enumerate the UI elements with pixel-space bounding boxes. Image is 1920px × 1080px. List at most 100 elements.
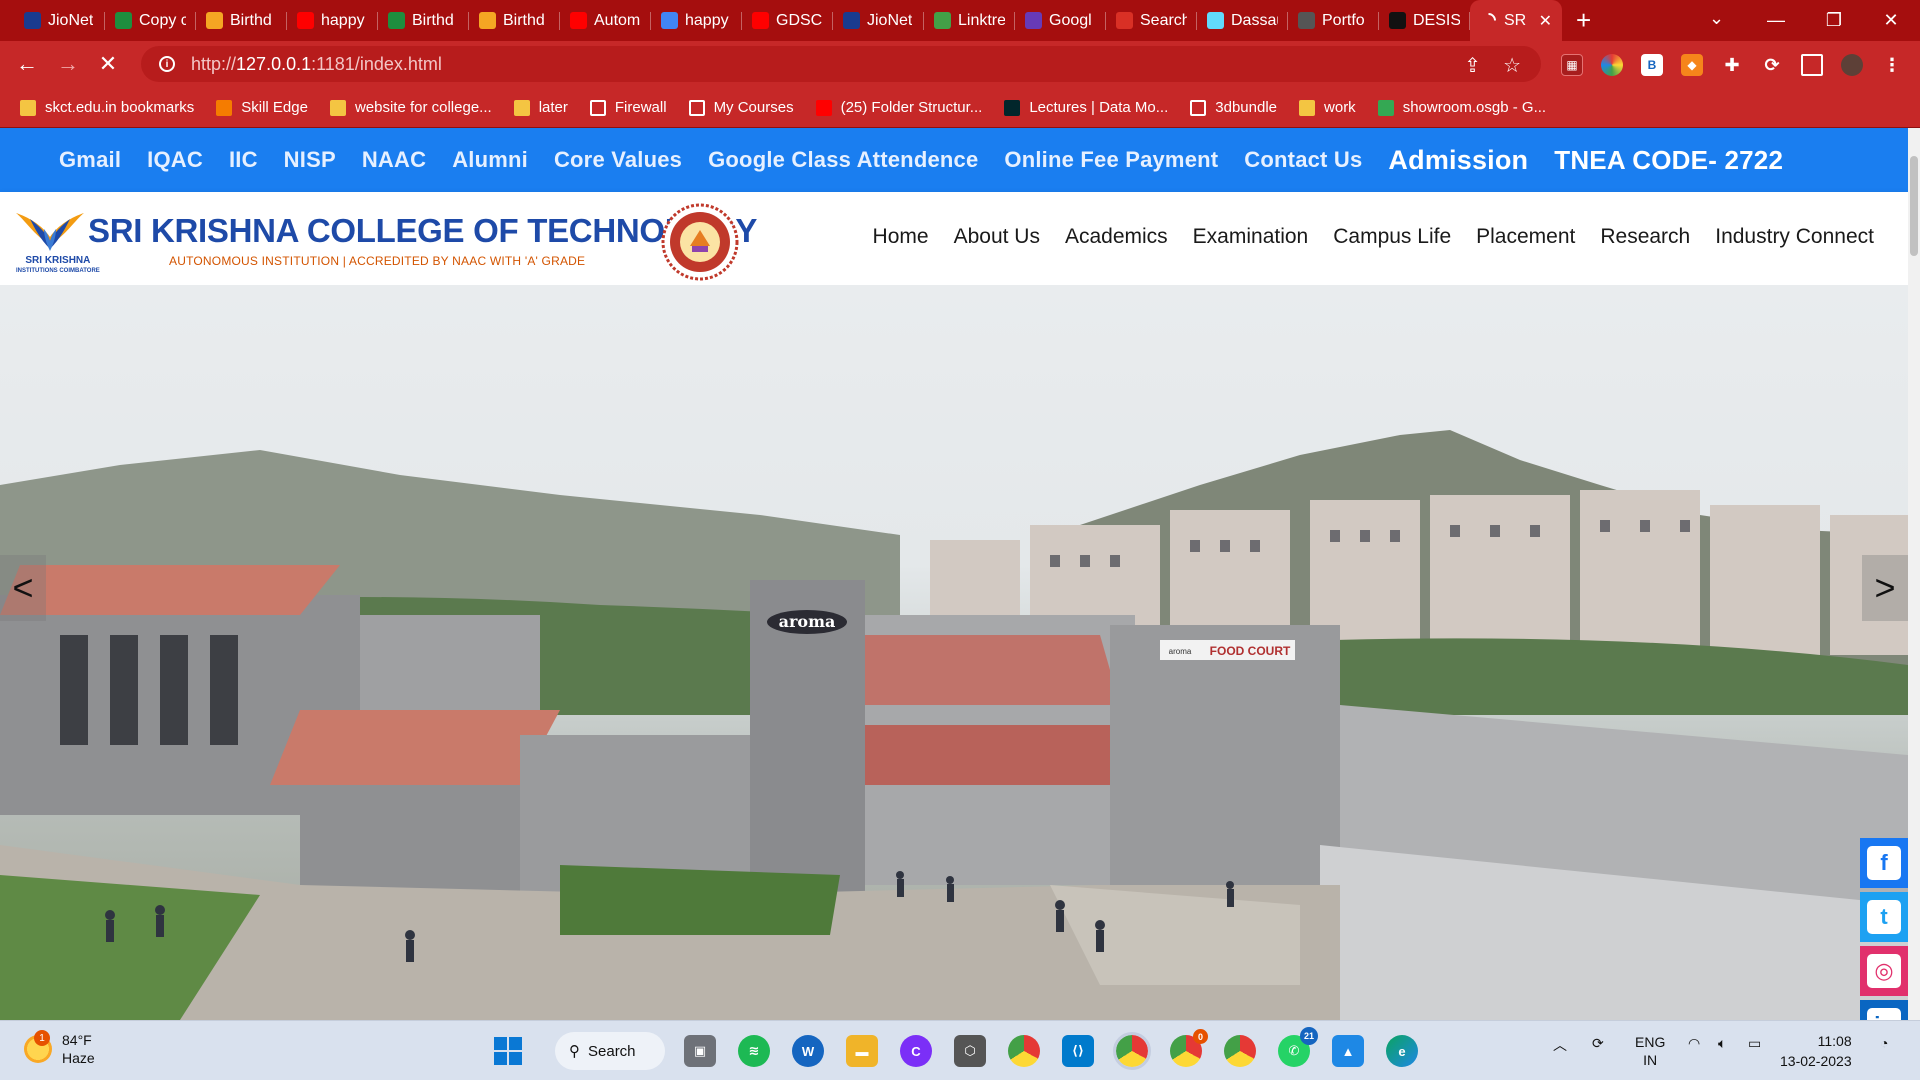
whatsapp-icon[interactable]: ✆ 21: [1278, 1027, 1318, 1067]
wifi-icon[interactable]: ◠: [1688, 1035, 1700, 1052]
bookmark-item[interactable]: 3dbundle: [1190, 99, 1277, 116]
bookmark-item[interactable]: My Courses: [688, 99, 794, 116]
metamask-icon[interactable]: ◆: [1681, 54, 1703, 76]
utility-link-contact-us[interactable]: Contact Us: [1244, 147, 1362, 173]
battery-icon[interactable]: ▭: [1748, 1035, 1761, 1052]
bookmark-item[interactable]: Skill Edge: [216, 99, 308, 116]
bookmark-item[interactable]: Lectures | Data Mo...: [1004, 99, 1168, 116]
slider-next-button[interactable]: >: [1862, 555, 1908, 621]
system-clock[interactable]: 11:08 13-02-2023: [1780, 1031, 1852, 1071]
address-bar[interactable]: i http:// 127.0.0.1 :1181/index.html ⇪ ☆: [141, 46, 1541, 82]
browser-tab[interactable]: GDSC: [742, 0, 833, 41]
utility-link-gmail[interactable]: Gmail: [59, 147, 121, 173]
bookmark-item[interactable]: (25) Folder Structur...: [815, 99, 982, 116]
forward-icon[interactable]: →: [53, 49, 83, 79]
file-explorer-icon[interactable]: ▬: [846, 1035, 878, 1067]
nav-placement[interactable]: Placement: [1476, 225, 1575, 249]
share-icon[interactable]: ⇪: [1464, 53, 1481, 78]
nav-home[interactable]: Home: [873, 225, 929, 249]
menu-icon[interactable]: ⋮: [1881, 54, 1903, 76]
page-scrollbar[interactable]: [1908, 128, 1920, 1020]
site-info-icon[interactable]: i: [159, 56, 175, 72]
browser-tab[interactable]: Birthd: [378, 0, 469, 41]
scrollbar-thumb[interactable]: [1910, 156, 1918, 256]
slider-prev-button[interactable]: <: [0, 555, 46, 621]
sync-icon[interactable]: ⟳: [1761, 54, 1783, 76]
browser-tab[interactable]: Copy c: [105, 0, 196, 41]
utility-link-iqac[interactable]: IQAC: [147, 147, 203, 173]
facebook-button[interactable]: f: [1860, 838, 1908, 888]
app-w-icon[interactable]: W: [792, 1035, 824, 1067]
utility-link-online-fee-payment[interactable]: Online Fee Payment: [1004, 147, 1218, 173]
bitwarden-icon[interactable]: B: [1641, 54, 1663, 76]
browser-tab[interactable]: JioNet: [833, 0, 924, 41]
extension-icon[interactable]: ▦: [1561, 54, 1583, 76]
utility-link-naac[interactable]: NAAC: [362, 147, 426, 173]
browser-tab[interactable]: DESIS: [1379, 0, 1470, 41]
edge-icon[interactable]: e: [1386, 1035, 1418, 1067]
weather-widget[interactable]: 1 84°F Haze: [24, 1030, 95, 1067]
chrome-profile-2-icon[interactable]: 0: [1170, 1029, 1208, 1067]
tab-search-icon[interactable]: ⌄: [1709, 8, 1724, 29]
bookmark-item[interactable]: work: [1299, 99, 1356, 116]
browser-tab[interactable]: Dassau: [1197, 0, 1288, 41]
volume-icon[interactable]: 🔈︎: [1718, 1035, 1726, 1052]
profile-avatar[interactable]: [1841, 54, 1863, 76]
browser-tab[interactable]: Search: [1106, 0, 1197, 41]
browser-tab[interactable]: Birthd: [196, 0, 287, 41]
bookmark-item[interactable]: Firewall: [589, 99, 667, 116]
tray-overflow-icon[interactable]: ︿: [1553, 1035, 1567, 1055]
nav-examination[interactable]: Examination: [1193, 225, 1309, 249]
browser-tab[interactable]: JioNet: [14, 0, 105, 41]
spotify-icon[interactable]: ≋: [738, 1035, 770, 1067]
bookmark-star-icon[interactable]: ☆: [1503, 53, 1521, 78]
browser-tab[interactable]: Birthd: [469, 0, 560, 41]
utility-link-core-values[interactable]: Core Values: [554, 147, 682, 173]
bookmark-item[interactable]: showroom.osgb - G...: [1377, 99, 1546, 116]
stop-loading-icon[interactable]: ✕: [93, 49, 123, 79]
sync-tray-icon[interactable]: ⟳: [1592, 1035, 1604, 1052]
utility-link-google-class-attendence[interactable]: Google Class Attendence: [708, 147, 978, 173]
taskbar-search[interactable]: ⚲ Search: [555, 1032, 665, 1070]
chrome-profile-3-icon[interactable]: [1224, 1035, 1256, 1067]
browser-tab[interactable]: Googl: [1015, 0, 1106, 41]
canva-icon[interactable]: C: [900, 1035, 932, 1067]
restore-icon[interactable]: ❐: [1805, 0, 1863, 41]
unity-icon[interactable]: ⬡: [954, 1035, 986, 1067]
color-picker-icon[interactable]: [1601, 54, 1623, 76]
tab-active[interactable]: SR ✕: [1470, 0, 1562, 41]
admission-link[interactable]: Admission: [1388, 145, 1528, 176]
language-indicator[interactable]: ENG IN: [1635, 1033, 1665, 1069]
side-panel-icon[interactable]: [1801, 54, 1823, 76]
close-tab-icon[interactable]: ✕: [1539, 11, 1552, 31]
vscode-icon[interactable]: ⟨⟩: [1062, 1035, 1094, 1067]
bookmark-item[interactable]: website for college...: [329, 99, 492, 116]
nav-industry-connect[interactable]: Industry Connect: [1715, 225, 1874, 249]
browser-tab[interactable]: happy: [651, 0, 742, 41]
nav-academics[interactable]: Academics: [1065, 225, 1168, 249]
chrome-icon[interactable]: [1008, 1035, 1040, 1067]
bookmark-item[interactable]: later: [513, 99, 568, 116]
new-tab-button[interactable]: +: [1576, 5, 1606, 36]
chrome-profile-icon[interactable]: [1113, 1032, 1151, 1070]
windows-start-icon[interactable]: [492, 1035, 524, 1067]
instagram-button[interactable]: ◎: [1860, 946, 1908, 996]
browser-tab[interactable]: Portfo: [1288, 0, 1379, 41]
browser-tab[interactable]: Autom: [560, 0, 651, 41]
task-view-icon[interactable]: ▣: [684, 1035, 716, 1067]
bookmark-item[interactable]: skct.edu.in bookmarks: [20, 99, 194, 116]
minimize-icon[interactable]: —: [1747, 0, 1805, 41]
utility-link-nisp[interactable]: NISP: [284, 147, 336, 173]
linkedin-button[interactable]: in: [1860, 1000, 1908, 1020]
extensions-puzzle-icon[interactable]: ✚: [1721, 54, 1743, 76]
nav-campus-life[interactable]: Campus Life: [1333, 225, 1451, 249]
twitter-button[interactable]: t: [1860, 892, 1908, 942]
utility-link-iic[interactable]: IIC: [229, 147, 258, 173]
photos-icon[interactable]: ▲: [1332, 1035, 1364, 1067]
browser-tab[interactable]: Linktre: [924, 0, 1015, 41]
browser-tab[interactable]: happy: [287, 0, 378, 41]
nav-about-us[interactable]: About Us: [954, 225, 1040, 249]
nav-research[interactable]: Research: [1600, 225, 1690, 249]
notifications-icon[interactable]: ◔: [1880, 1035, 1888, 1051]
back-icon[interactable]: ←: [12, 49, 42, 79]
